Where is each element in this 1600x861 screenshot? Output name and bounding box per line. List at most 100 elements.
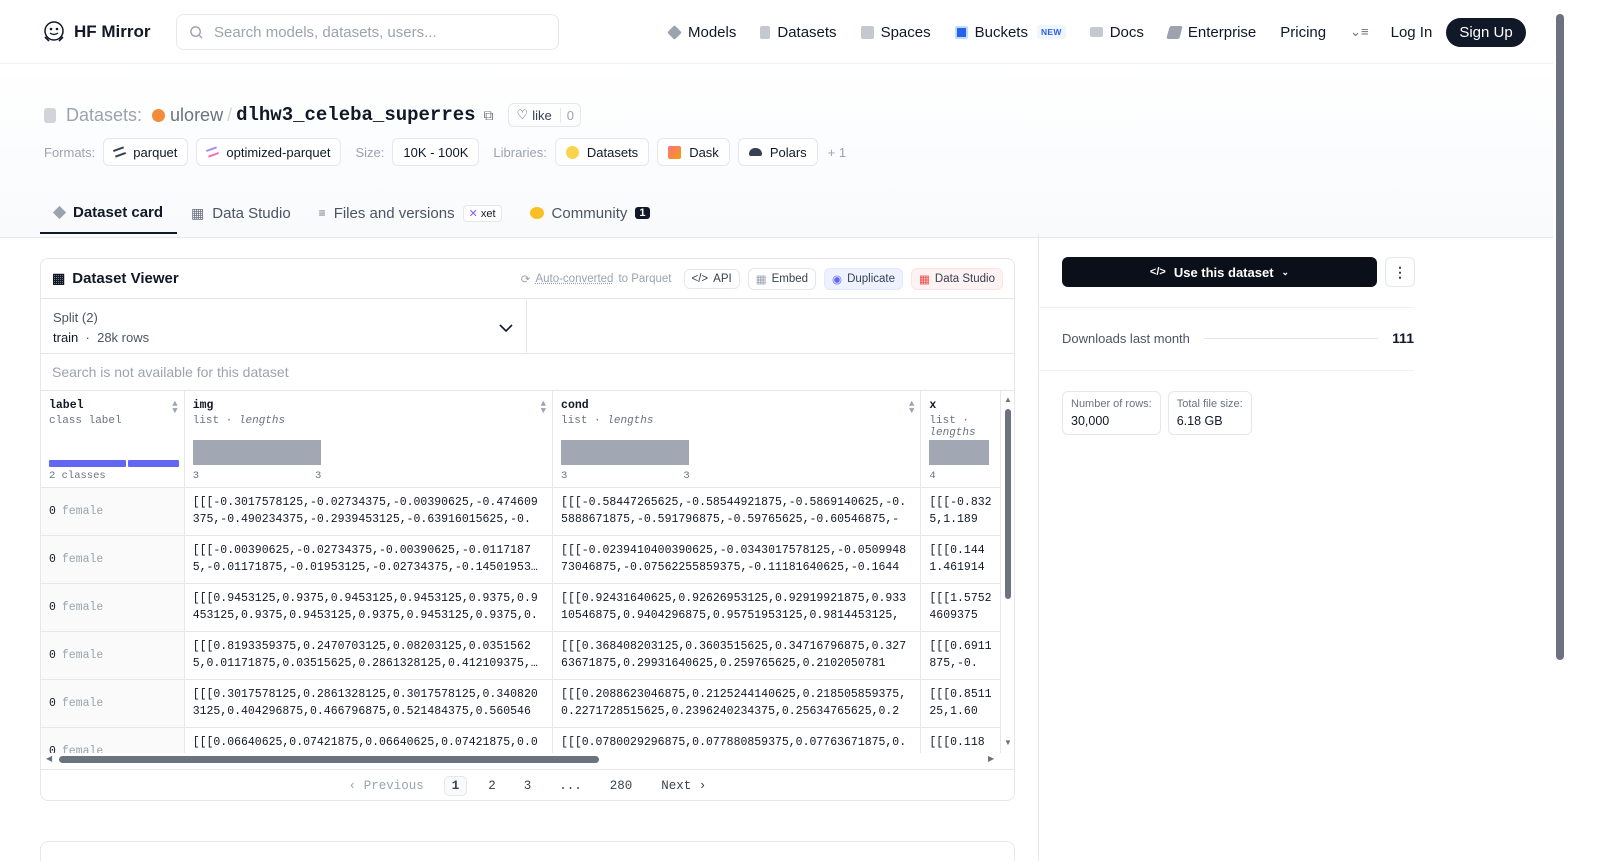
- cell-cond[interactable]: [[[0.368408203125,0.3603515625,0.3471679…: [552, 631, 922, 680]
- cell-label[interactable]: 0 female: [41, 631, 185, 680]
- repo-owner[interactable]: ulorew: [170, 105, 223, 126]
- nav-datasets[interactable]: Datasets: [760, 24, 837, 41]
- embed-button[interactable]: ▦ Embed: [747, 267, 817, 290]
- cell-cond[interactable]: [[[0.2088623046875,0.2125244140625,0.218…: [552, 679, 922, 728]
- sort-icon[interactable]: ▲ ▼: [909, 400, 914, 416]
- cell-label[interactable]: 0 female: [41, 583, 185, 632]
- scroll-thumb[interactable]: [59, 756, 599, 763]
- nav-models[interactable]: Models: [667, 24, 736, 41]
- table-row[interactable]: 0 female [[[0.9453125,0.9375,0.9453125,0.9…: [41, 583, 1001, 632]
- nav-buckets[interactable]: Buckets NEW: [954, 24, 1066, 41]
- cell-label[interactable]: 0 female: [41, 487, 185, 536]
- scroll-left-icon[interactable]: ◀: [46, 754, 52, 763]
- cell-cond[interactable]: [[[0.92431640625,0.92626953125,0.9291992…: [552, 583, 922, 632]
- scroll-down-icon[interactable]: ▼: [1004, 738, 1012, 747]
- tag-optimized-parquet[interactable]: optimized-parquet: [196, 138, 342, 166]
- column-header-x[interactable]: x list · lengths 4: [920, 391, 1001, 488]
- page-scrollbar[interactable]: [1553, 0, 1568, 845]
- length-histogram-bar[interactable]: [929, 440, 990, 465]
- more-libraries[interactable]: + 1: [828, 145, 846, 160]
- cell-img[interactable]: [[[0.9453125,0.9375,0.9453125,0.9453125,…: [184, 583, 554, 632]
- scroll-up-icon[interactable]: ▲: [1004, 395, 1012, 404]
- cell-img[interactable]: [[[0.06640625,0.07421875,0.06640625,0.07…: [184, 727, 554, 753]
- cell-x[interactable]: [[[0.6911875,-0.: [920, 631, 1001, 680]
- tab-community[interactable]: Community 1: [516, 192, 664, 234]
- duplicate-button[interactable]: ◉ Duplicate: [824, 267, 904, 290]
- repo-name[interactable]: dlhw3_celeba_superres: [236, 104, 475, 126]
- length-histogram-bar[interactable]: [561, 440, 690, 465]
- cell-label[interactable]: 0 female: [41, 727, 185, 753]
- cell-cond[interactable]: [[[-0.58447265625,-0.58544921875,-0.5869…: [552, 487, 922, 536]
- nav-pricing[interactable]: Pricing: [1280, 24, 1326, 41]
- table-row[interactable]: 0 female [[[0.06640625,0.07421875,0.066406…: [41, 727, 1001, 753]
- login-link[interactable]: Log In: [1391, 24, 1433, 41]
- nav-docs[interactable]: Docs: [1089, 24, 1144, 41]
- class-segment[interactable]: [128, 460, 179, 467]
- owner-avatar[interactable]: [152, 108, 166, 122]
- column-type-kind: list: [929, 415, 956, 427]
- sort-icon[interactable]: ▲ ▼: [541, 400, 546, 416]
- auto-converted-link[interactable]: Auto-converted: [535, 273, 613, 285]
- column-header-img[interactable]: img list · lengths ▲ ▼ 33: [184, 391, 554, 488]
- table-row[interactable]: 0 female [[[-0.3017578125,-0.02734375,-0.0…: [41, 487, 1001, 536]
- more-menu-icon[interactable]: ⌄≡: [1350, 24, 1368, 40]
- length-histogram-bar[interactable]: [192, 440, 321, 465]
- page-3[interactable]: 3: [517, 777, 539, 795]
- table-row[interactable]: 0 female [[[0.8193359375,0.2470703125,0.08…: [41, 631, 1001, 680]
- cell-x[interactable]: [[[0.118: [920, 727, 1001, 753]
- tab-files[interactable]: ≡ Files and versions ✕ xet: [305, 192, 516, 234]
- page-1[interactable]: 1: [443, 775, 468, 796]
- copy-icon[interactable]: ⧉: [484, 107, 494, 124]
- page-last[interactable]: 280: [603, 777, 640, 795]
- tag-dask[interactable]: Dask: [657, 138, 730, 166]
- nav-enterprise[interactable]: Enterprise: [1166, 24, 1256, 41]
- cell-x[interactable]: [[[0.1441.461914: [920, 535, 1001, 584]
- more-options-button[interactable]: ⋮: [1385, 257, 1415, 287]
- class-segment[interactable]: [49, 460, 126, 467]
- api-button[interactable]: </> API: [683, 268, 740, 289]
- page-scroll-thumb[interactable]: [1556, 14, 1564, 660]
- cell-label[interactable]: 0 female: [41, 679, 185, 728]
- cell-x[interactable]: [[[0.851125,1.60: [920, 679, 1001, 728]
- next-page[interactable]: Next ›: [661, 779, 706, 793]
- cell-img[interactable]: [[[-0.00390625,-0.02734375,-0.00390625,-…: [184, 535, 554, 584]
- repo-type-label[interactable]: Datasets:: [66, 105, 142, 126]
- tag-parquet[interactable]: parquet: [103, 138, 189, 166]
- use-this-dataset-button[interactable]: </> Use this dataset ⌄: [1062, 257, 1377, 287]
- cell-label[interactable]: 0 female: [41, 535, 185, 584]
- cell-img[interactable]: [[[-0.3017578125,-0.02734375,-0.00390625…: [184, 487, 554, 536]
- class-distribution-bar[interactable]: [49, 460, 179, 467]
- table-vertical-scrollbar[interactable]: ▲ ▼: [1003, 393, 1013, 753]
- table-row[interactable]: 0 female [[[-0.00390625,-0.02734375,-0.003…: [41, 535, 1001, 584]
- tab-dataset-card[interactable]: Dataset card: [40, 192, 178, 234]
- cell-img[interactable]: [[[0.8193359375,0.2470703125,0.08203125,…: [184, 631, 554, 680]
- signup-button[interactable]: Sign Up: [1446, 17, 1526, 47]
- cell-x[interactable]: [[[1.57524609375: [920, 583, 1001, 632]
- tag-polars[interactable]: Polars: [737, 138, 818, 166]
- tab-data-studio[interactable]: ▦ Data Studio: [177, 192, 305, 234]
- split-selector[interactable]: Split (2) train · 28k rows: [41, 299, 527, 353]
- previous-page[interactable]: ‹ Previous: [349, 779, 424, 793]
- column-header-cond[interactable]: cond list · lengths ▲ ▼ 33: [552, 391, 922, 488]
- tag-size[interactable]: 10K - 100K: [392, 138, 480, 166]
- auto-converted-note[interactable]: ⟳ Auto-converted to Parquet: [521, 272, 672, 286]
- brand-logo[interactable]: HF Mirror: [42, 20, 151, 44]
- sort-icon[interactable]: ▲ ▼: [172, 400, 177, 416]
- cell-img[interactable]: [[[0.3017578125,0.2861328125,0.301757812…: [184, 679, 554, 728]
- search-input[interactable]: [214, 23, 534, 41]
- scroll-right-icon[interactable]: ▶: [988, 754, 994, 763]
- cell-cond[interactable]: [[[-0.0239410400390625,-0.0343017578125,…: [552, 535, 922, 584]
- nav-spaces[interactable]: Spaces: [860, 24, 931, 41]
- data-studio-button[interactable]: ▦ Data Studio: [911, 267, 1003, 290]
- page-2[interactable]: 2: [481, 777, 503, 795]
- like-button[interactable]: ♡ like 0: [507, 103, 581, 127]
- chevron-down-icon[interactable]: [498, 323, 514, 333]
- scroll-thumb[interactable]: [1005, 409, 1011, 599]
- table-horizontal-scrollbar[interactable]: ◀ ▶: [43, 753, 1001, 765]
- tag-datasets[interactable]: Datasets: [554, 138, 650, 166]
- table-row[interactable]: 0 female [[[0.3017578125,0.2861328125,0.30…: [41, 679, 1001, 728]
- column-header-label[interactable]: label class label ▲ ▼ 2 classes: [41, 391, 185, 488]
- cell-cond[interactable]: [[[0.0780029296875,0.077880859375,0.0776…: [552, 727, 922, 753]
- cell-x[interactable]: [[[-0.8325,1.189: [920, 487, 1001, 536]
- global-search[interactable]: [176, 14, 559, 50]
